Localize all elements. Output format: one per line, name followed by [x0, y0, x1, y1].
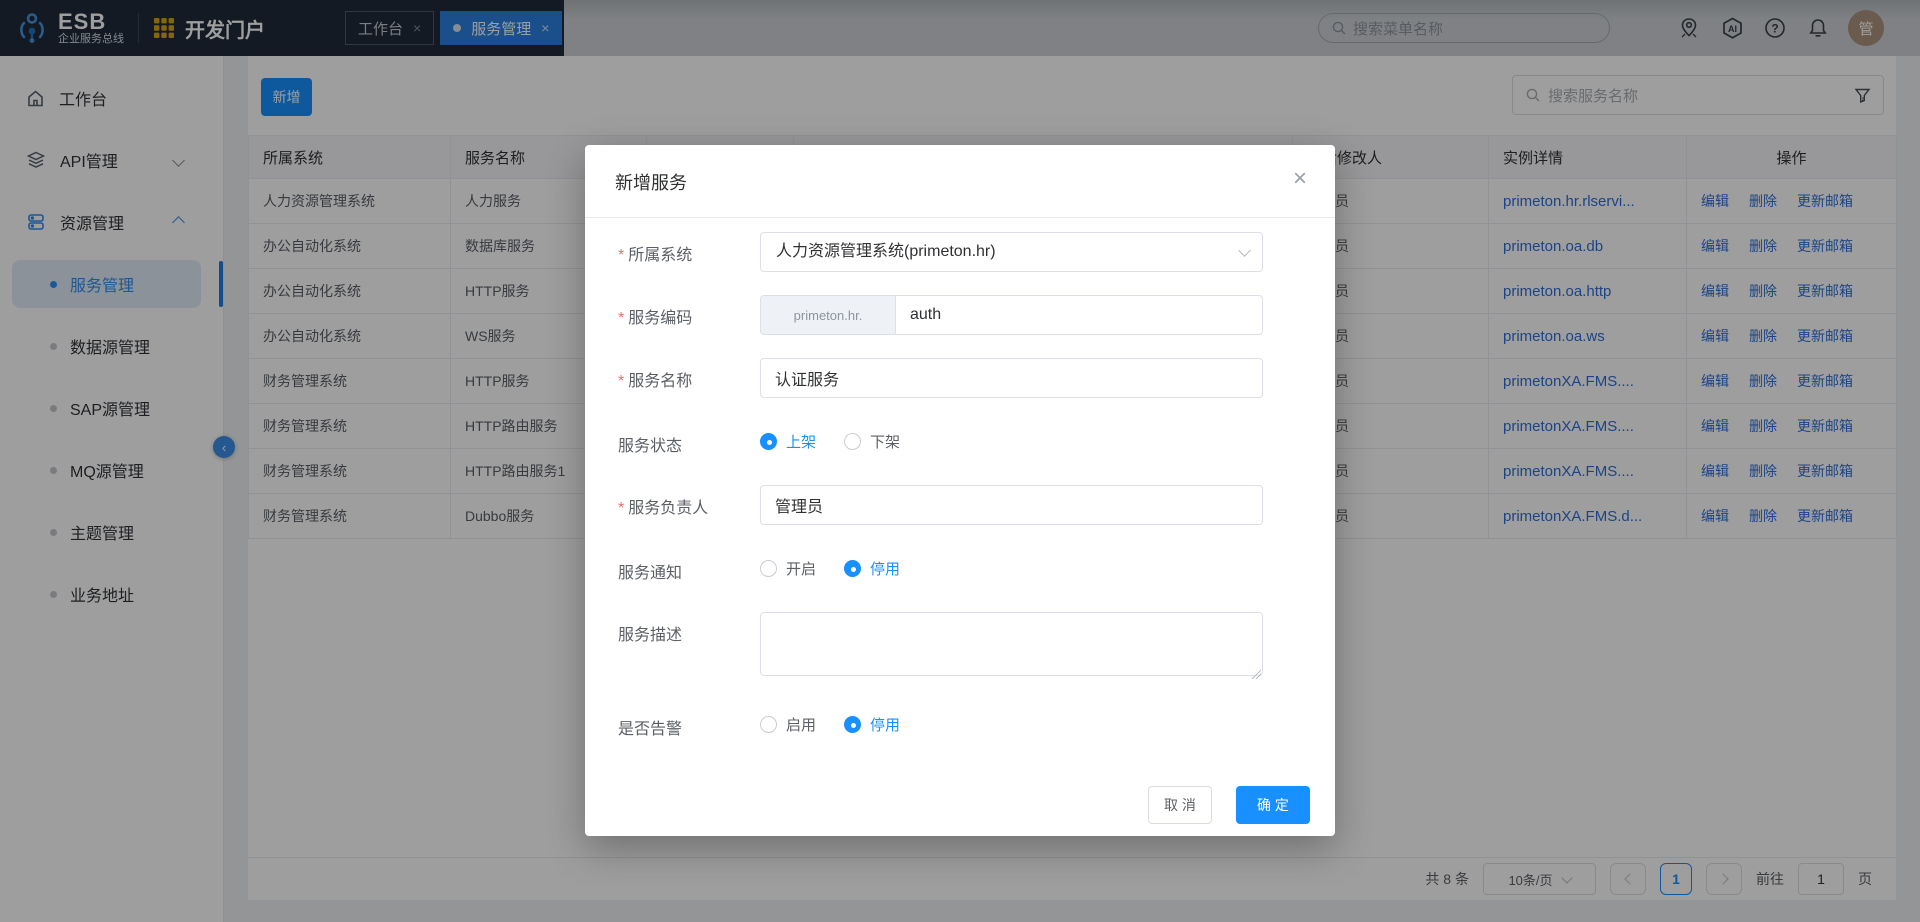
field-label: 服务通知 — [618, 550, 760, 583]
modal-title: 新增服务 — [615, 173, 687, 193]
form-row: * 所属系统 人力资源管理系统(primeton.hr) — [618, 232, 1335, 272]
field-control — [760, 358, 1263, 398]
field-label-text: 服务编码 — [628, 310, 693, 327]
field-label-text: 服务描述 — [618, 627, 683, 644]
radio-selected-icon — [844, 716, 862, 733]
form-row: 是否告警 启用 停用 — [618, 704, 1335, 739]
code-input[interactable] — [896, 296, 1262, 334]
radio-option[interactable]: 开启 — [760, 558, 816, 579]
radio-label: 停用 — [870, 561, 901, 578]
radio-selected-icon — [760, 433, 777, 450]
radio-label: 开启 — [786, 561, 817, 578]
radio-label: 停用 — [870, 717, 901, 734]
required-asterisk: * — [618, 500, 625, 517]
form-row: 服务描述 — [618, 612, 1335, 681]
radio-group: 上架 下架 — [760, 423, 1263, 452]
form-row: * 服务名称 — [618, 358, 1335, 398]
text-input[interactable] — [760, 358, 1263, 398]
radio-unselected-icon — [844, 433, 862, 450]
radio-option[interactable]: 启用 — [760, 714, 816, 735]
field-control: 人力资源管理系统(primeton.hr) — [760, 232, 1263, 272]
field-label: * 服务名称 — [618, 358, 760, 398]
radio-label: 上架 — [786, 434, 817, 451]
form-row: 服务状态 上架 下架 — [618, 421, 1335, 456]
add-service-modal: 新增服务 × * 所属系统 人力资源管理系统(primeton.hr) * 服务编码 pr… — [585, 145, 1335, 836]
radio-option[interactable]: 停用 — [844, 714, 900, 735]
cancel-button[interactable]: 取 消 — [1148, 786, 1212, 824]
field-label-text: 服务状态 — [618, 438, 683, 455]
radio-option[interactable]: 下架 — [844, 431, 900, 452]
required-asterisk: * — [618, 310, 625, 327]
form-row: 服务通知 开启 停用 — [618, 548, 1335, 583]
resize-grip-icon — [1250, 668, 1261, 679]
field-label: 服务状态 — [618, 423, 760, 456]
field-label-text: 服务名称 — [628, 373, 693, 390]
field-label: 是否告警 — [618, 706, 760, 739]
field-control: 上架 下架 — [760, 423, 1263, 456]
form-row: * 服务编码 primeton.hr. — [618, 295, 1335, 335]
confirm-button[interactable]: 确 定 — [1236, 786, 1310, 824]
radio-unselected-icon — [760, 716, 777, 733]
system-select[interactable]: 人力资源管理系统(primeton.hr) — [760, 232, 1263, 272]
radio-unselected-icon — [760, 560, 777, 577]
radio-option[interactable]: 上架 — [760, 431, 816, 452]
field-label: * 所属系统 — [618, 232, 760, 272]
radio-group: 开启 停用 — [760, 550, 1263, 579]
close-icon[interactable]: × — [1293, 167, 1307, 191]
radio-group: 启用 停用 — [760, 706, 1263, 735]
text-input[interactable] — [760, 485, 1263, 525]
modal-header: 新增服务 × — [585, 145, 1335, 218]
field-label-text: 所属系统 — [628, 247, 693, 264]
field-label-text: 是否告警 — [618, 721, 683, 738]
form-row: * 服务负责人 — [618, 485, 1335, 525]
field-label: 服务描述 — [618, 612, 760, 681]
required-asterisk: * — [618, 373, 625, 390]
radio-label: 下架 — [870, 434, 901, 451]
description-textarea[interactable] — [760, 612, 1263, 676]
field-control: primeton.hr. — [760, 295, 1263, 335]
modal-form: * 所属系统 人力资源管理系统(primeton.hr) * 服务编码 primeton.… — [585, 218, 1335, 786]
field-control — [760, 612, 1263, 681]
radio-selected-icon — [844, 560, 862, 577]
radio-option[interactable]: 停用 — [844, 558, 900, 579]
field-control: 开启 停用 — [760, 550, 1263, 583]
field-label: * 服务编码 — [618, 295, 760, 335]
chevron-down-icon — [1238, 244, 1251, 257]
field-control — [760, 485, 1263, 525]
service-code-field: primeton.hr. — [760, 295, 1263, 335]
field-label-text: 服务负责人 — [628, 500, 709, 517]
required-asterisk: * — [618, 247, 625, 264]
radio-label: 启用 — [786, 717, 817, 734]
code-prefix: primeton.hr. — [761, 296, 896, 334]
field-control: 启用 停用 — [760, 706, 1263, 739]
modal-footer: 取 消 确 定 — [585, 786, 1335, 836]
field-label: * 服务负责人 — [618, 485, 760, 525]
field-label-text: 服务通知 — [618, 565, 683, 582]
